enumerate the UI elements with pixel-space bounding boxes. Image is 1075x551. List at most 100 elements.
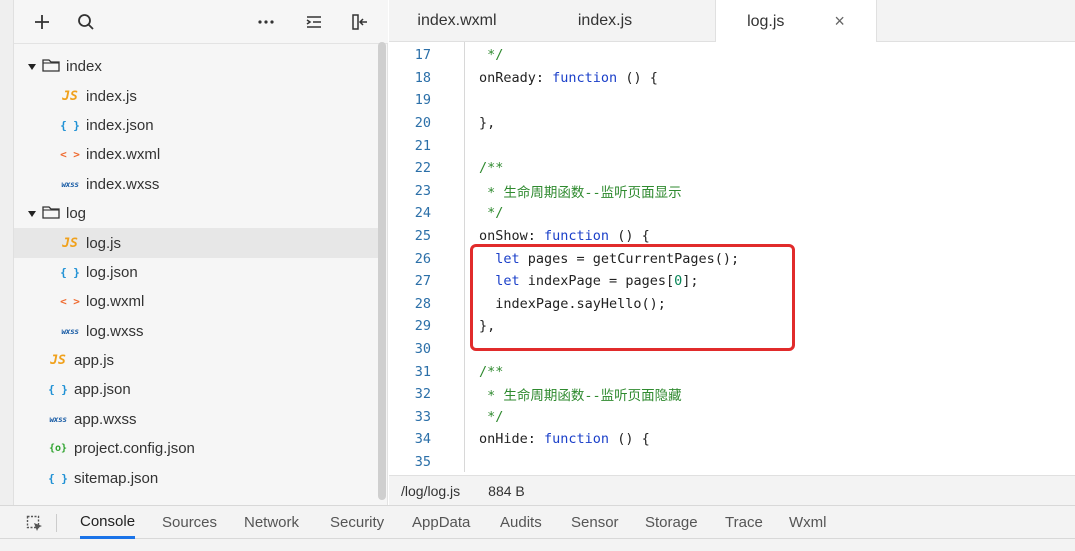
file-item[interactable]: < > index.wxml [14,140,378,169]
file-item[interactable]: { } log.json [14,258,378,287]
json-file-icon: { } [60,265,80,279]
tree-item-label: log.json [86,263,138,281]
more-icon[interactable] [254,10,278,34]
code-line[interactable]: 24 */ [389,202,1075,225]
json-file-icon: { } [60,118,80,132]
tree-item-label: app.json [74,381,131,399]
status-bar: /log/log.js 884 B [389,475,1075,505]
devtools-tab-sensor[interactable]: Sensor [571,506,619,539]
code-line[interactable]: 21 [389,134,1075,157]
line-number: 27 [414,273,431,290]
tree-item-label: log.wxml [86,293,145,311]
folder-item[interactable]: index [14,52,378,81]
file-item[interactable]: wxss log.wxss [14,317,378,346]
tree-item-label: log [66,205,87,223]
line-number: 21 [414,137,431,154]
line-number: 24 [414,205,431,222]
devtools-tab-console[interactable]: Console [80,506,136,539]
code-line[interactable]: 23 * 生命周期函数--监听页面显示 [389,180,1075,203]
file-item[interactable]: JS index.js [14,81,378,110]
explorer-scrollbar[interactable] [378,42,386,500]
line-number: 35 [414,454,431,471]
line-number: 26 [414,250,431,267]
devtools-tab-storage[interactable]: Storage [645,506,698,539]
file-item[interactable]: wxss index.wxss [14,170,378,199]
code-text: */ [479,47,504,64]
code-line[interactable]: 31 /** [389,360,1075,383]
code-text: */ [479,205,504,222]
code-line[interactable]: 18 onReady: function () { [389,67,1075,90]
tree-item-label: app.js [74,352,115,370]
file-item[interactable]: JS log.js [14,228,378,258]
devtools-tab-network[interactable]: Network [244,506,299,539]
tree-item-label: log.wxss [86,322,144,340]
layout-icon[interactable] [348,10,372,34]
plus-icon[interactable] [30,10,54,34]
file-item[interactable]: { } index.json [14,111,378,140]
line-number: 18 [414,69,431,86]
js-file-icon: JS [62,235,78,251]
tab-label: log.js [747,12,785,30]
collapse-icon[interactable] [302,10,326,34]
file-item[interactable]: wxss app.wxss [14,405,378,434]
chevron-down-icon[interactable] [26,61,38,73]
code-text: }, [479,115,496,132]
highlight-annotation-box [470,244,795,351]
tree-item-label: index.js [86,87,137,105]
code-line[interactable]: 32 * 生命周期函数--监听页面隐藏 [389,383,1075,406]
file-item[interactable]: { } app.json [14,375,378,404]
devtools-tab-audits[interactable]: Audits [500,506,542,539]
tree-item-label: index.wxml [86,146,161,164]
file-explorer: index JS index.js { } index.json < > index.wxm… [0,0,388,505]
line-number: 20 [414,115,431,132]
line-number: 22 [414,160,431,177]
devtools-tab-trace[interactable]: Trace [725,506,763,539]
inspect-element-icon[interactable] [26,515,44,533]
line-number: 23 [414,182,431,199]
editor-tabs: index.wxml index.js log.js × [389,0,1075,43]
search-icon[interactable] [74,10,98,34]
file-item[interactable]: {o} project.config.json [14,434,378,463]
activity-gutter [0,0,14,505]
tab-log-js[interactable]: log.js × [715,0,877,43]
wxml-file-icon: < > [60,148,80,162]
line-number: 31 [414,363,431,380]
file-item[interactable]: < > log.wxml [14,287,378,316]
code-line[interactable]: 33 */ [389,406,1075,429]
code-text: onReady: function () { [479,69,658,86]
js-file-icon: JS [50,353,66,369]
file-item[interactable]: JS app.js [14,346,378,375]
devtools-tab-sources[interactable]: Sources [162,506,217,539]
code-line[interactable]: 35 [389,451,1075,474]
file-tree: index JS index.js { } index.json < > index.wxm… [14,52,378,493]
code-line[interactable]: 19 [389,89,1075,112]
tab-index-js[interactable]: index.js [535,0,675,42]
wxss-file-icon: wxss [61,326,79,336]
code-text: /** [479,363,504,380]
code-line[interactable]: 20}, [389,112,1075,135]
devtools-panel: Console Sources Network Security AppData Audi… [0,505,1075,551]
tree-item-label: sitemap.json [74,469,159,487]
line-number: 30 [414,341,431,358]
code-line[interactable]: 34 onHide: function () { [389,428,1075,451]
close-icon[interactable]: × [834,11,845,32]
line-number: 25 [414,228,431,245]
tab-index-wxml[interactable]: index.wxml [389,0,525,42]
devtools-tab-wxml[interactable]: Wxml [789,506,827,539]
chevron-down-icon[interactable] [26,208,38,220]
devtools-tab-appdata[interactable]: AppData [412,506,470,539]
tab-label: index.js [577,12,633,29]
explorer-toolbar [14,0,388,44]
tree-item-label: index.wxss [86,175,160,193]
code-text: onHide: function () { [479,431,650,448]
folder-item[interactable]: log [14,199,378,228]
code-line[interactable]: 22 /** [389,157,1075,180]
folder-icon [42,57,60,77]
config-file-icon: {o} [48,443,68,455]
js-file-icon: JS [62,88,78,104]
code-line[interactable]: 17 */ [389,44,1075,67]
wxss-file-icon: wxss [61,179,79,189]
json-file-icon: { } [48,471,68,485]
file-item[interactable]: { } sitemap.json [14,463,378,492]
devtools-tab-security[interactable]: Security [330,506,384,539]
